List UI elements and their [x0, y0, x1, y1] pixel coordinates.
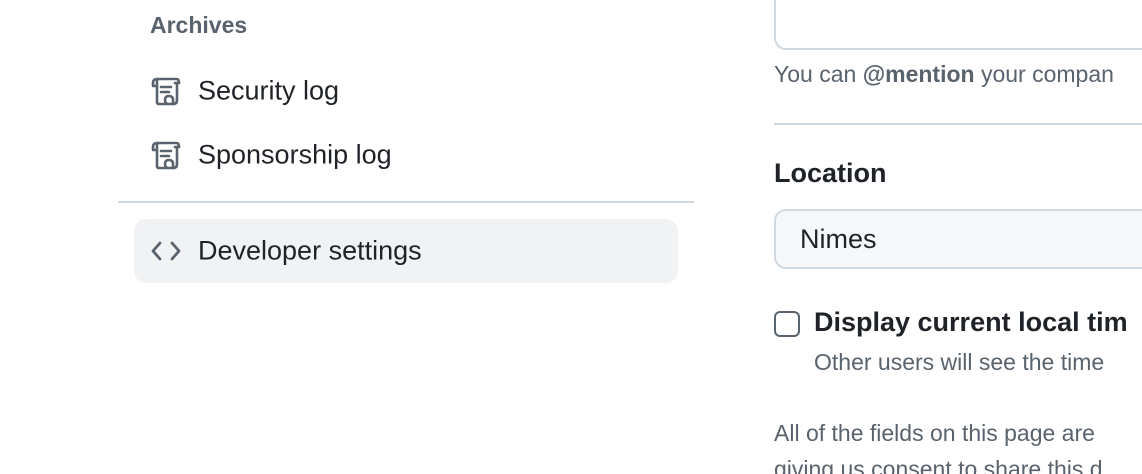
- sidebar-heading-archives: Archives: [150, 12, 248, 38]
- consent-footer-text: All of the fields on this page are givin…: [774, 415, 1103, 474]
- location-label: Location: [774, 158, 887, 188]
- sidebar-item-developer-settings[interactable]: Developer settings: [134, 219, 678, 283]
- sidebar-item-label: Developer settings: [198, 235, 422, 266]
- sidebar-item-security-log[interactable]: Security log: [134, 59, 678, 123]
- footer-line: All of the fields on this page are: [774, 420, 1095, 446]
- sidebar-divider: [118, 201, 694, 203]
- sidebar-item-sponsorship-log[interactable]: Sponsorship log: [134, 123, 678, 187]
- mention-help-text: You can @mention your compan: [774, 61, 1114, 88]
- mention-keyword: @mention: [862, 61, 975, 87]
- code-icon: [150, 235, 182, 267]
- log-icon: [150, 139, 182, 171]
- settings-page: Archives Security log Sponsorship log De…: [0, 0, 1142, 474]
- local-time-label: Display current local tim: [814, 307, 1128, 337]
- local-time-note: Other users will see the time: [814, 349, 1105, 375]
- sidebar-item-label: Security log: [198, 75, 340, 106]
- location-input[interactable]: [774, 209, 1142, 269]
- sidebar-item-label: Sponsorship log: [198, 139, 392, 170]
- footer-line: giving us consent to share this d: [774, 456, 1103, 474]
- help-text-suffix: your compan: [980, 61, 1114, 87]
- log-icon: [150, 75, 182, 107]
- section-divider: [774, 123, 1142, 125]
- help-text-prefix: You can: [774, 61, 857, 87]
- company-textarea[interactable]: [774, 0, 1142, 50]
- local-time-checkbox[interactable]: [774, 311, 800, 337]
